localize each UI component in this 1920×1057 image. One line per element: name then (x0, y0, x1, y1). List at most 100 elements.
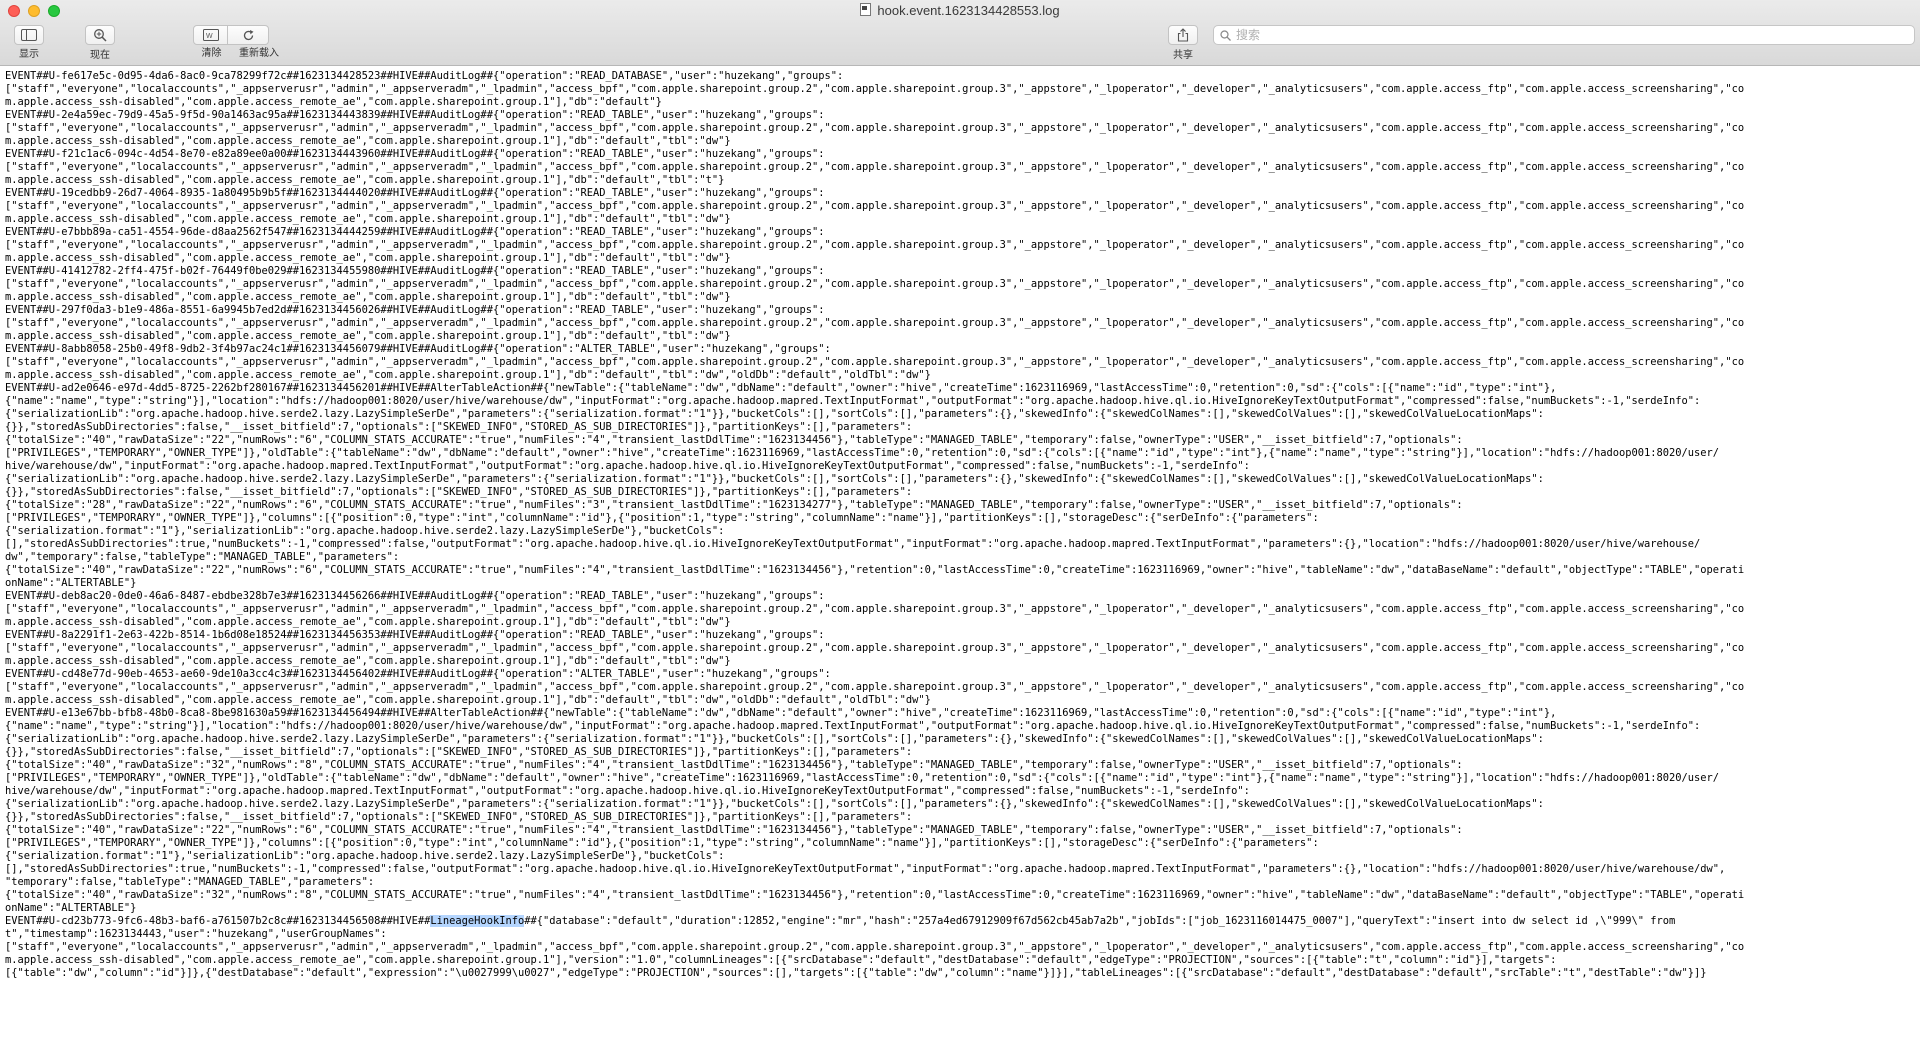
log-line: onName":"ALTERTABLE"} (5, 577, 137, 589)
clear-icon: W (202, 29, 219, 41)
log-line: m.apple.access_ssh-disabled","com.apple.… (5, 291, 731, 303)
reload-icon (243, 29, 253, 40)
log-line: hive/warehouse/dw","inputFormat":"org.ap… (5, 460, 1250, 472)
clear-button[interactable]: W (193, 25, 228, 45)
log-line: EVENT##U-deb8ac20-0de0-46a6-8487-ebdbe32… (5, 590, 825, 602)
log-line: ["staff","everyone","localaccounts","_ap… (5, 681, 1745, 693)
clear-reload-segmented-control: W (193, 25, 288, 45)
log-line: {}},"storedAsSubDirectories":false,"__is… (5, 746, 913, 758)
log-line: EVENT##U-fe617e5c-0d95-4da6-8ac0-9ca7829… (5, 70, 844, 82)
log-line: ["PRIVILEGES","TEMPORARY","OWNER_TYPE"]}… (5, 512, 1319, 524)
log-line: EVENT##U-f21c1ac6-094c-4d54-8e70-e82a89e… (5, 148, 825, 160)
log-line: m.apple.access_ssh-disabled","com.apple.… (5, 616, 731, 628)
search-field[interactable]: 搜索 (1213, 25, 1915, 45)
log-line: EVENT##U-41412782-2ff4-475f-b02f-76449f0… (5, 265, 825, 277)
now-button[interactable] (85, 25, 115, 45)
log-line: {"serializationLib":"org.apache.hadoop.h… (5, 798, 1544, 810)
log-line: {"name":"name","type":"string"}],"locati… (5, 720, 1701, 732)
log-line: ["staff","everyone","localaccounts","_ap… (5, 317, 1745, 329)
log-line: EVENT##U-2e4a59ec-79d9-45a5-9f5d-90a1463… (5, 109, 825, 121)
log-line: m.apple.access_ssh-disabled","com.apple.… (5, 96, 662, 108)
log-line: m.apple.access_ssh-disabled","com.apple.… (5, 369, 931, 381)
log-line: onName":"ALTERTABLE"} (5, 902, 137, 914)
log-line: {"name":"name","type":"string"}],"locati… (5, 395, 1701, 407)
log-line: EVENT##U-19cedbb9-26d7-4064-8935-1a80495… (5, 187, 825, 199)
log-line: {"totalSize":"28","rawDataSize":"22","nu… (5, 499, 1463, 511)
log-line: m.apple.access_ssh-disabled","com.apple.… (5, 330, 731, 342)
log-line: m.apple.access_ssh-disabled","com.apple.… (5, 135, 731, 147)
document-icon (860, 3, 872, 16)
sidebar-icon (21, 29, 37, 41)
log-line: EVENT##U-e7bbb89a-ca51-4554-96de-d8aa256… (5, 226, 825, 238)
log-line: {}},"storedAsSubDirectories":false,"__is… (5, 811, 913, 823)
show-label: 显示 (19, 49, 39, 60)
log-line: m.apple.access_ssh-disabled","com.apple.… (5, 694, 931, 706)
log-line: ["staff","everyone","localaccounts","_ap… (5, 941, 1745, 953)
share-label: 共享 (1173, 50, 1193, 61)
show-button[interactable] (14, 25, 44, 45)
share-icon (1177, 28, 1189, 42)
log-line: ["PRIVILEGES","TEMPORARY","OWNER_TYPE"]}… (5, 772, 1720, 784)
window-title-container: hook.event.1623134428553.log (0, 3, 1920, 19)
log-line: [],"storedAsSubDirectories":true,"numBuc… (5, 538, 1701, 550)
log-line: {"serializationLib":"org.apache.hadoop.h… (5, 473, 1544, 485)
log-line: {"serializationLib":"org.apache.hadoop.h… (5, 408, 1544, 420)
log-line: m.apple.access_ssh-disabled","com.apple.… (5, 655, 731, 667)
log-line: "temporary":false,"tableType":"MANAGED_T… (5, 876, 375, 888)
log-line: m.apple.access_ssh-disabled","com.apple.… (5, 954, 1557, 966)
log-line: ["staff","everyone","localaccounts","_ap… (5, 161, 1745, 173)
log-line: ["staff","everyone","localaccounts","_ap… (5, 356, 1745, 368)
show-toolbar-item[interactable]: 显示 (14, 25, 44, 61)
svg-text:W: W (206, 33, 213, 40)
log-line: EVENT##U-297f0da3-b1e9-486a-8551-6a9945b… (5, 304, 825, 316)
window-title: hook.event.1623134428553.log (877, 3, 1060, 18)
clear-label: 清除 (201, 48, 222, 59)
window-titlebar: hook.event.1623134428553.log 显示 现在 W 清除 … (0, 0, 1920, 66)
reload-button[interactable] (228, 25, 269, 45)
log-line: ["PRIVILEGES","TEMPORARY","OWNER_TYPE"]}… (5, 447, 1720, 459)
search-icon (1220, 30, 1231, 41)
share-button[interactable] (1168, 25, 1198, 45)
selected-text-highlight: LineageHookInfo (430, 915, 525, 927)
now-label: 现在 (90, 50, 110, 61)
search-placeholder: 搜索 (1236, 28, 1261, 42)
log-line: EVENT##U-cd48e77d-90eb-4653-ae60-9de10a3… (5, 668, 831, 680)
share-toolbar-item[interactable]: 共享 (1168, 25, 1198, 62)
log-line: m.apple.access_ssh-disabled","com.apple.… (5, 174, 725, 186)
log-line: {"totalSize":"40","rawDataSize":"22","nu… (5, 824, 1463, 836)
clear-reload-group: W 清除 重新载入 (193, 25, 288, 60)
log-line: [{"table":"dw","column":"id"}]},{"destDa… (5, 967, 1707, 979)
log-line: ["PRIVILEGES","TEMPORARY","OWNER_TYPE"]}… (5, 837, 1319, 849)
log-line: t","timestamp":1623134443,"user":"huzeka… (5, 928, 387, 940)
now-toolbar-item[interactable]: 现在 (85, 25, 115, 62)
log-line: m.apple.access_ssh-disabled","com.apple.… (5, 252, 731, 264)
log-line: EVENT##U-e13e67bb-bfb8-48b0-8ca8-8be9816… (5, 707, 1557, 719)
reload-label: 重新载入 (239, 48, 279, 59)
log-line: {"totalSize":"40","rawDataSize":"22","nu… (5, 434, 1463, 446)
log-line: [],"storedAsSubDirectories":true,"numBuc… (5, 863, 1726, 875)
log-line: ["staff","everyone","localaccounts","_ap… (5, 278, 1745, 290)
log-line: ["staff","everyone","localaccounts","_ap… (5, 200, 1745, 212)
log-line: {}},"storedAsSubDirectories":false,"__is… (5, 486, 913, 498)
log-line: ["staff","everyone","localaccounts","_ap… (5, 603, 1745, 615)
log-line: {"serialization.format":"1"},"serializat… (5, 850, 725, 862)
log-text-view[interactable]: EVENT##U-fe617e5c-0d95-4da6-8ac0-9ca7829… (5, 70, 1900, 980)
log-line: {}},"storedAsSubDirectories":false,"__is… (5, 421, 913, 433)
log-line: ["staff","everyone","localaccounts","_ap… (5, 122, 1745, 134)
log-line: dw","temporary":false,"tableType":"MANAG… (5, 551, 400, 563)
log-line: {"totalSize":"40","rawDataSize":"22","nu… (5, 564, 1745, 576)
log-line: {"serialization.format":"1"},"serializat… (5, 525, 725, 537)
log-line: EVENT##U-8abb8058-25b0-49f8-9db2-3f4b97a… (5, 343, 831, 355)
log-line: ["staff","everyone","localaccounts","_ap… (5, 83, 1745, 95)
log-line: EVENT##U-ad2e0646-e97d-4dd5-8725-2262bf2… (5, 382, 1557, 394)
log-line: ["staff","everyone","localaccounts","_ap… (5, 239, 1745, 251)
log-line: EVENT##U-8a2291f1-2e63-422b-8514-1b6d08e… (5, 629, 825, 641)
log-line: EVENT##U-cd23b773-9fc6-48b3-baf6-a761507… (5, 915, 1676, 927)
log-line: ["staff","everyone","localaccounts","_ap… (5, 642, 1745, 654)
log-line: hive/warehouse/dw","inputFormat":"org.ap… (5, 785, 1250, 797)
log-line: {"serializationLib":"org.apache.hadoop.h… (5, 733, 1544, 745)
log-line: {"totalSize":"40","rawDataSize":"32","nu… (5, 759, 1463, 771)
log-line: {"totalSize":"40","rawDataSize":"32","nu… (5, 889, 1745, 901)
log-line: m.apple.access_ssh-disabled","com.apple.… (5, 213, 731, 225)
zoom-icon (94, 29, 107, 42)
